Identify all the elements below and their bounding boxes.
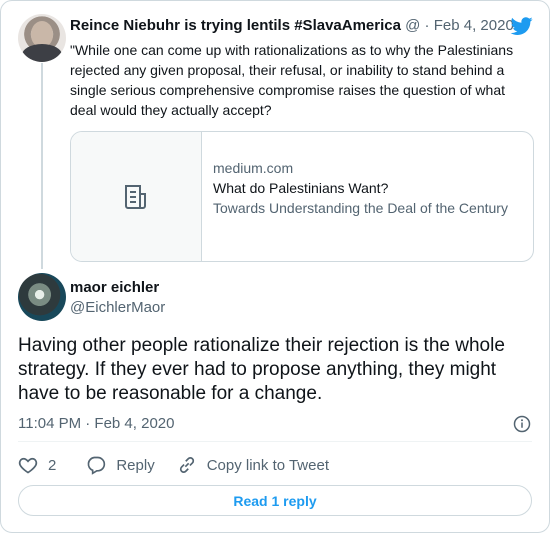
heart-icon <box>18 457 38 474</box>
parent-tweet-text: "While one can come up with rationalizat… <box>70 42 514 118</box>
thread-connector-line <box>41 63 43 269</box>
tweet-timestamp[interactable]: 11:04 PM · Feb 4, 2020 <box>18 415 174 432</box>
like-count: 2 <box>48 456 57 474</box>
divider <box>18 441 532 442</box>
display-name[interactable]: Reince Niebuhr is trying lentils #SlavaA… <box>70 17 401 34</box>
info-icon[interactable] <box>513 415 531 433</box>
link-domain: medium.com <box>213 160 294 176</box>
handle[interactable]: @ <box>405 17 420 34</box>
link-title: What do Palestinians Want? <box>213 180 389 196</box>
copy-link-button[interactable]: Copy link to Tweet <box>177 455 329 475</box>
parent-tweet-header: Reince Niebuhr is trying lentils #SlavaA… <box>70 17 514 34</box>
link-preview-body: medium.com What do Palestinians Want? To… <box>213 158 513 218</box>
reply-label: Reply <box>116 456 155 474</box>
tweet-embed-card: Reince Niebuhr is trying lentils #SlavaA… <box>0 0 550 533</box>
tweet-text: Having other people rationalize their re… <box>18 335 505 404</box>
article-icon <box>125 185 146 209</box>
link-thumbnail <box>71 132 202 261</box>
separator-dot: · <box>424 17 430 34</box>
avatar[interactable] <box>18 14 66 62</box>
copy-link-label: Copy link to Tweet <box>206 456 329 474</box>
tweet-actions: 2 Reply Copy link to Tweet <box>18 455 329 475</box>
link-icon <box>179 457 194 473</box>
link-description: Towards Understanding the Deal of the Ce… <box>213 200 508 216</box>
reply-icon <box>87 456 106 475</box>
link-preview-card[interactable]: medium.com What do Palestinians Want? To… <box>70 131 534 262</box>
like-button[interactable]: 2 <box>18 455 56 475</box>
reply-button[interactable]: Reply <box>86 455 155 475</box>
tweet-date[interactable]: Feb 4, 2020 <box>434 17 514 34</box>
handle[interactable]: @EichlerMaor <box>70 299 165 316</box>
read-replies-button[interactable]: Read 1 reply <box>18 485 532 516</box>
twitter-bird-icon[interactable] <box>510 15 534 37</box>
avatar[interactable] <box>18 273 66 321</box>
display-name[interactable]: maor eichler <box>70 279 159 296</box>
